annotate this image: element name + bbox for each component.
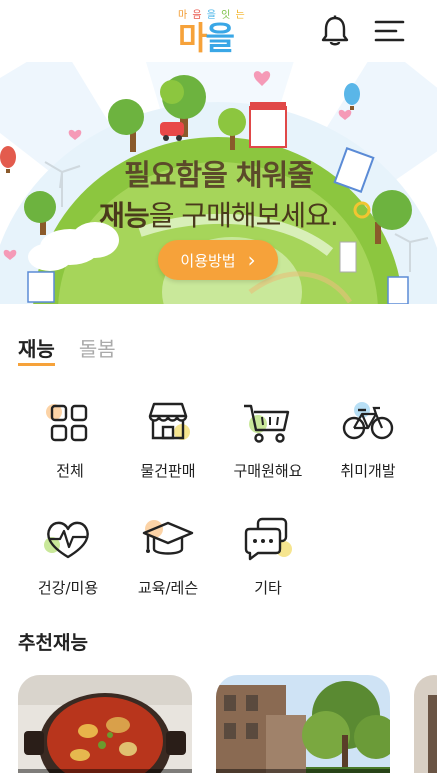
grid-icon bbox=[42, 400, 98, 448]
bicycle-icon bbox=[340, 400, 396, 448]
notification-bell-icon[interactable] bbox=[318, 14, 352, 48]
card-title: ff bbox=[216, 769, 390, 773]
category-health-beauty[interactable]: 건강/미용 bbox=[18, 517, 118, 598]
tab-care[interactable]: 돌봄 bbox=[79, 336, 116, 366]
category-label: 전체 bbox=[56, 462, 84, 480]
recommend-card[interactable]: asdf bbox=[18, 675, 192, 773]
category-all[interactable]: 전체 bbox=[20, 400, 120, 481]
category-label: 기타 bbox=[254, 579, 282, 597]
category-etc[interactable]: 기타 bbox=[218, 517, 318, 598]
category-label: 물건판매 bbox=[140, 462, 196, 480]
card-image-campus bbox=[216, 675, 390, 773]
cart-icon bbox=[240, 400, 296, 448]
store-icon bbox=[140, 400, 196, 448]
category-label: 구매원해요 bbox=[233, 462, 303, 480]
recommend-card[interactable]: ff bbox=[216, 675, 390, 773]
hero-subtitle: 재능을 구매해보세요. bbox=[0, 194, 437, 234]
category-want-to-buy[interactable]: 구매원해요 bbox=[218, 400, 318, 481]
recommend-card-partial[interactable] bbox=[414, 675, 437, 773]
card-image-stew bbox=[18, 675, 192, 773]
hero-subtitle-highlight: 재능 bbox=[99, 199, 150, 232]
heart-pulse-icon bbox=[40, 517, 96, 565]
category-label: 취미개발 bbox=[340, 462, 396, 480]
card-image-partial bbox=[414, 675, 437, 773]
card-title: asdf bbox=[18, 769, 192, 773]
category-education-lesson[interactable]: 교육/레슨 bbox=[118, 517, 218, 598]
hero-subtitle-rest: 을 구매해보세요. bbox=[148, 199, 339, 232]
chevron-right-icon: › bbox=[247, 248, 256, 272]
graduation-cap-icon bbox=[140, 517, 196, 565]
hamburger-menu-icon[interactable] bbox=[372, 16, 406, 46]
hero-title: 필요함을 채워줄 bbox=[124, 158, 314, 192]
app-logo[interactable]: 마 음 을 잇 는 마을 bbox=[176, 6, 256, 56]
category-goods-sale[interactable]: 물건판매 bbox=[118, 400, 218, 481]
category-hobby[interactable]: 취미개발 bbox=[318, 400, 418, 481]
logo-wordmark: 마을 bbox=[178, 19, 235, 57]
how-to-use-button[interactable]: 이용방법 › bbox=[158, 240, 278, 280]
how-to-use-label: 이용방법 bbox=[180, 251, 236, 270]
chat-bubbles-icon bbox=[240, 517, 296, 565]
hero-banner[interactable]: 필요함을 채워줄 재능을 구매해보세요. 이용방법 › bbox=[0, 62, 437, 304]
category-tabs: 재능 돌봄 bbox=[18, 336, 116, 368]
category-label: 교육/레슨 bbox=[137, 579, 199, 597]
category-label: 건강/미용 bbox=[37, 579, 99, 597]
tab-talent[interactable]: 재능 bbox=[18, 336, 55, 366]
recommend-section-title: 추천재능 bbox=[18, 632, 88, 654]
app-header: 마 음 을 잇 는 마을 bbox=[0, 0, 437, 62]
